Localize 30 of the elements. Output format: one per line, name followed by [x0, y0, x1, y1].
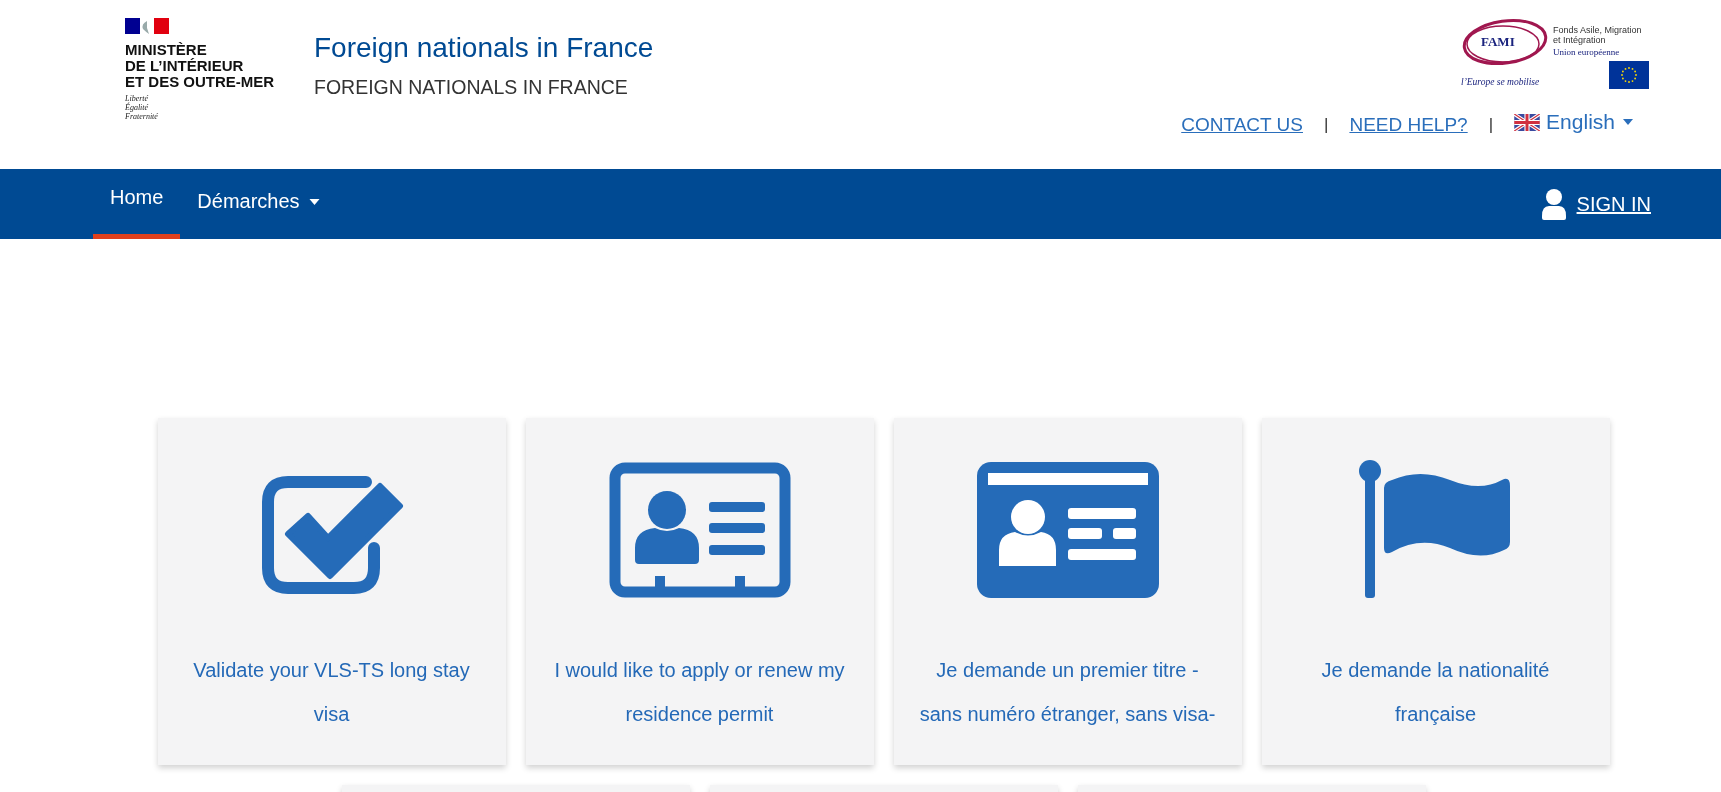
nav-tab[interactable]: Démarches	[180, 169, 337, 239]
user-icon	[1540, 188, 1567, 220]
union-name: Union européenne	[1553, 47, 1620, 57]
card-label: Je demande un premier titre -sans numéro étranger, sans visa-	[918, 658, 1217, 727]
separator-text: |	[1488, 115, 1494, 135]
badge-icon	[608, 462, 791, 598]
sign-in-link[interactable]: SIGN IN	[1576, 192, 1651, 216]
caret-icon	[1623, 119, 1633, 125]
card-label: Je demande la nationalité française	[1320, 658, 1551, 727]
service-card[interactable]: Je demande un premier titre -sans numéro étranger, sans visa-	[893, 418, 1242, 765]
slogan-text: l’Europe se mobilise	[1461, 77, 1540, 87]
uk-flag-icon	[1514, 113, 1541, 131]
service-card[interactable]: Je demande la nationalité française	[1261, 418, 1610, 765]
fami-name: FAMI	[1481, 34, 1515, 50]
site-title: Foreign nationals in France	[314, 32, 654, 64]
header-link[interactable]: NEED HELP?	[1349, 114, 1468, 136]
separator-text: |	[1324, 115, 1329, 135]
ministry-name: MINISTÈRE DE L’INTÉRIEUR ET DES OUTRE-MER	[125, 42, 276, 90]
service-card[interactable]: Validate your VLS-TS long stay visa	[157, 418, 506, 765]
card-label: Validate your VLS-TS long stay visa	[192, 658, 471, 727]
eu-flag-icon	[1609, 61, 1649, 89]
site-subtitle: FOREIGN NATIONALS IN FRANCE	[314, 76, 629, 99]
motto-text: Liberté Égalité Fraternité	[125, 94, 159, 121]
card-label: I would like to apply or renew my residence permit	[553, 658, 846, 727]
header-link[interactable]: CONTACT US	[1181, 114, 1303, 136]
service-card[interactable]: I would like to apply or renew my residence permit	[525, 418, 874, 765]
id-card-icon	[976, 462, 1159, 598]
language-selector[interactable]: English	[1514, 110, 1633, 134]
marianne-flag-icon	[125, 18, 169, 34]
nav-tab[interactable]: Home	[93, 169, 181, 239]
